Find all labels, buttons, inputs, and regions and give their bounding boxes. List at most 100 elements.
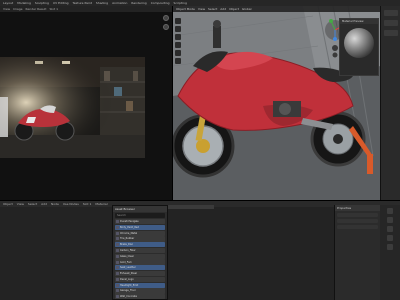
properties-row[interactable] xyxy=(337,225,378,229)
asset-label: Carbon_Fiber xyxy=(120,249,136,252)
viewport-header-menu[interactable]: Global xyxy=(242,7,252,11)
asset-list-item[interactable]: Tire_Rubber xyxy=(115,236,165,242)
render-tab-icon[interactable] xyxy=(387,208,393,214)
asset-label: Chrome_Metal xyxy=(120,231,138,235)
properties-title: Properties xyxy=(335,205,380,211)
shader-header-menu[interactable]: Select xyxy=(28,202,37,206)
workspace-tab[interactable]: Layout xyxy=(3,1,13,5)
asset-list-item[interactable]: Exhaust_Steel xyxy=(115,271,165,277)
asset-label: Headlight_Emit xyxy=(120,283,139,287)
asset-list-item[interactable]: Seat_Leather xyxy=(115,265,165,271)
viewport-header-menu[interactable]: Select xyxy=(208,7,217,11)
asset-label: Exhaust_Steel xyxy=(120,272,137,276)
asset-list-item[interactable]: Headlight_Emit xyxy=(115,282,165,288)
select-tool-icon[interactable] xyxy=(175,18,181,24)
material-preview-panel: Material Preview xyxy=(339,18,379,76)
asset-label: Brake_Disc xyxy=(120,243,134,247)
asset-list-item[interactable]: Ducati Panigale xyxy=(115,219,165,225)
asset-label: Decal_Logo xyxy=(120,277,134,281)
shader-header-menu[interactable]: Use Nodes xyxy=(63,202,79,206)
asset-search-input[interactable]: Search xyxy=(115,213,165,218)
shader-header-menu[interactable]: Node xyxy=(51,202,59,206)
properties-row[interactable] xyxy=(337,213,378,217)
material-icon xyxy=(116,277,119,281)
asset-list-item[interactable]: Wall_Concrete xyxy=(115,294,165,300)
asset-list-item[interactable]: Garage_Floor xyxy=(115,288,165,294)
workspace-tab[interactable]: UV Editing xyxy=(53,1,69,5)
properties-panel[interactable]: Properties xyxy=(334,205,380,300)
asset-label: Ducati Panigale xyxy=(120,220,139,224)
shader-header-menu[interactable]: Add xyxy=(41,202,47,206)
viewport-header-menu[interactable]: Object xyxy=(229,7,239,11)
shader-header-menu[interactable]: View xyxy=(17,202,24,206)
rotate-tool-icon[interactable] xyxy=(175,42,181,48)
material-icon xyxy=(116,249,119,252)
object-tab-icon[interactable] xyxy=(387,235,393,241)
render-view-header: View Image Render Result Slot 1 xyxy=(0,6,172,12)
material-sphere-icon xyxy=(344,28,374,58)
render-header-menu[interactable]: View xyxy=(3,7,10,11)
transform-tool-icon[interactable] xyxy=(175,58,181,64)
asset-list-item[interactable]: Body_Paint_Red xyxy=(115,224,165,230)
render-view-gizmo[interactable] xyxy=(163,15,169,30)
workspace-tab[interactable]: Sculpting xyxy=(35,1,49,5)
workspace-tab[interactable]: Modeling xyxy=(17,1,31,5)
outliner-toggle-icon[interactable] xyxy=(383,10,398,16)
render-header-menu[interactable]: Image xyxy=(13,7,22,11)
material-icon xyxy=(116,254,119,258)
shader-header-menu[interactable]: Material xyxy=(95,202,107,206)
workspace-tab[interactable]: Compositing xyxy=(151,1,170,5)
scene-tab-icon[interactable] xyxy=(387,226,393,232)
material-icon xyxy=(116,260,119,264)
shader-header-menu[interactable]: Object xyxy=(3,202,13,206)
viewport-header-menu[interactable]: Object Mode xyxy=(176,7,195,11)
asset-list-item[interactable]: Gold_Fork xyxy=(115,259,165,265)
render-header-menu[interactable]: Slot 1 xyxy=(49,7,58,11)
asset-browser-header: Asset Browser xyxy=(113,206,167,212)
render-view[interactable]: View Image Render Result Slot 1 xyxy=(0,6,172,200)
material-icon xyxy=(116,243,119,247)
view-layer-icon[interactable] xyxy=(383,30,398,36)
material-icon xyxy=(116,266,119,270)
asset-label: Gold_Fork xyxy=(120,260,132,264)
asset-list-item[interactable]: Carbon_Fiber xyxy=(115,247,165,254)
material-icon xyxy=(116,272,119,276)
properties-tabs[interactable] xyxy=(380,205,400,300)
asset-label: Seat_Leather xyxy=(120,266,136,270)
zoom-icon[interactable] xyxy=(163,15,169,21)
asset-list-item[interactable]: Decal_Logo xyxy=(115,276,165,282)
workspace-tab[interactable]: Shading xyxy=(96,1,108,5)
asset-list-item[interactable]: Chrome_Metal xyxy=(115,230,165,236)
asset-label: Garage_Floor xyxy=(120,289,136,293)
material-tab-icon[interactable] xyxy=(387,244,393,250)
material-preview-title: Material Preview xyxy=(340,19,378,24)
output-tab-icon[interactable] xyxy=(387,217,393,223)
workspace-tab[interactable]: Scripting xyxy=(174,1,187,5)
material-icon xyxy=(116,220,119,224)
material-icon xyxy=(116,283,119,287)
workspace-tab[interactable]: Texture Paint xyxy=(73,1,92,5)
material-icon xyxy=(116,225,119,229)
viewport-header-menu[interactable]: Add xyxy=(220,7,226,11)
asset-list[interactable]: Ducati Panigale Body_Paint_Red Chrome_Meta… xyxy=(113,219,167,300)
workspace-tab[interactable]: Rendering xyxy=(131,1,146,5)
move-tool-icon[interactable] xyxy=(175,34,181,40)
asset-label: Glass_Clear xyxy=(120,254,134,258)
viewport-toolbar[interactable] xyxy=(175,18,181,64)
render-header-menu[interactable]: Render Result xyxy=(26,7,47,11)
right-sidebar xyxy=(380,6,400,200)
material-icon xyxy=(116,289,119,293)
properties-row[interactable] xyxy=(337,219,378,223)
asset-browser-panel[interactable]: Asset Browser Search Ducati Panigale Body… xyxy=(112,205,168,300)
asset-list-item[interactable]: Brake_Disc xyxy=(115,242,165,248)
asset-list-item[interactable]: Glass_Clear xyxy=(115,253,165,259)
viewport-header-menu[interactable]: View xyxy=(198,7,205,11)
filter-icon[interactable] xyxy=(383,20,398,26)
cursor-tool-icon[interactable] xyxy=(175,26,181,32)
pan-icon[interactable] xyxy=(163,24,169,30)
shader-header-menu[interactable]: Slot 1 xyxy=(83,202,92,206)
3d-viewport[interactable]: Object Mode View Select Add Object Global xyxy=(172,6,380,200)
workspace-tab[interactable]: Animation xyxy=(112,1,127,5)
asset-label: Tire_Rubber xyxy=(120,237,135,241)
scale-tool-icon[interactable] xyxy=(175,50,181,56)
